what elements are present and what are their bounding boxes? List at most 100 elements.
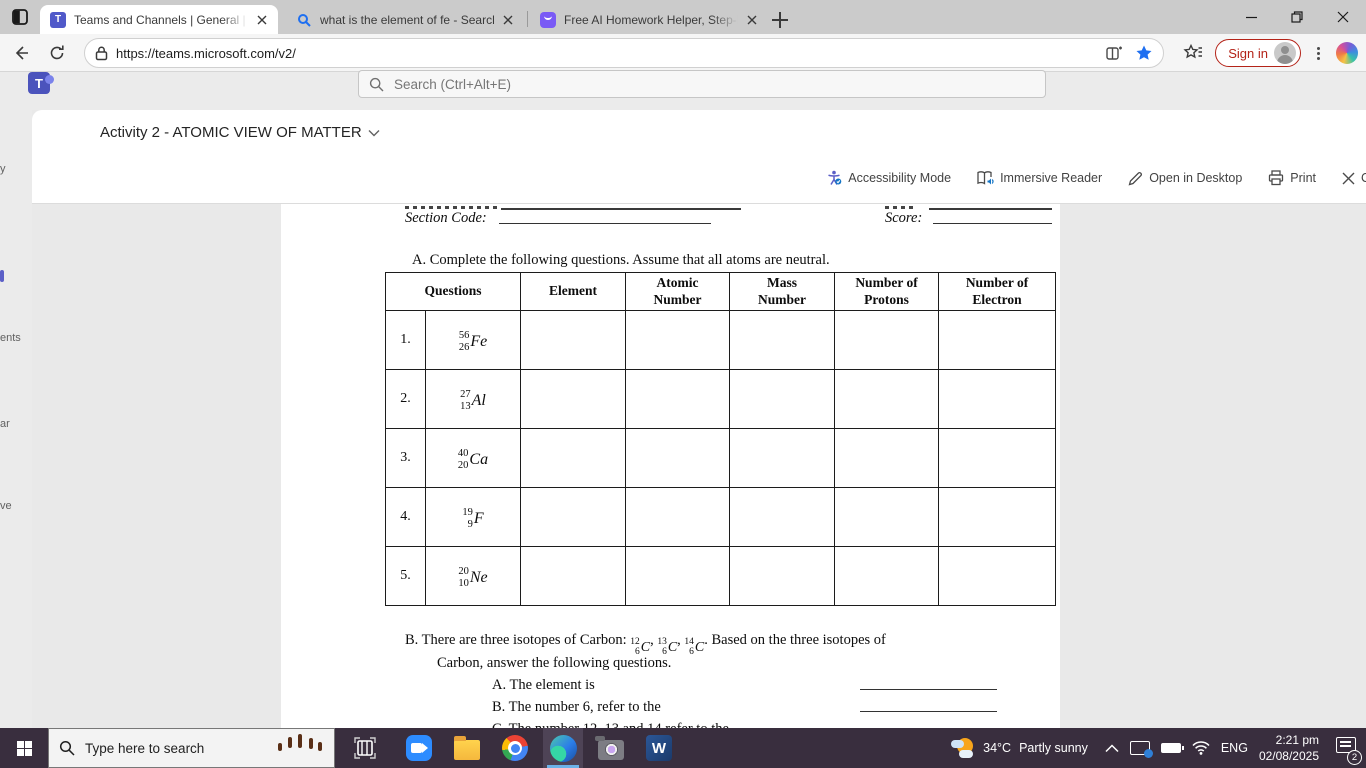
weather-temp: 34°C (983, 741, 1012, 755)
language-indicator[interactable]: ENG (1221, 741, 1248, 755)
minimize-button[interactable] (1228, 0, 1274, 34)
document-viewer[interactable]: Section Code: Score: A. Complete the fol… (32, 203, 1366, 728)
question-number: 3. (385, 428, 426, 488)
close-document-button[interactable]: Close (1342, 171, 1366, 185)
print-icon (1269, 170, 1284, 186)
header-number-electron: Number of Electron (938, 272, 1056, 311)
question-number: 4. (385, 487, 426, 547)
table-row: 2. 27 13 Al (385, 369, 1056, 429)
homework-favicon (540, 11, 556, 28)
collections-icon[interactable] (1183, 43, 1203, 63)
answer-cell (729, 428, 835, 488)
tab-close-icon[interactable] (254, 12, 270, 28)
clock-time: 2:21 pm (1275, 732, 1319, 747)
header-mass-number: Mass Number (729, 272, 835, 311)
clock[interactable]: 2:21 pm 02/08/2025 (1259, 732, 1319, 764)
print-button[interactable]: Print (1268, 170, 1316, 186)
battery-icon[interactable] (1160, 743, 1184, 753)
section-b-question-c: C. The number 12, 13 and 14 refer to the (492, 721, 729, 728)
clipped-text-fragment (885, 206, 913, 209)
header-number-protons: Number of Protons (834, 272, 939, 311)
chrome-icon[interactable] (495, 728, 535, 768)
weather-icon (951, 736, 975, 760)
word-icon[interactable]: W (639, 728, 679, 768)
sidebar-item-onedrive-fragment[interactable]: ve (0, 500, 12, 512)
sidebar-item-assignments-fragment[interactable]: ents (0, 332, 21, 344)
section-b-question-b: B. The number 6, refer to the (492, 699, 661, 715)
isotope-notation: 40 20 Ca (457, 448, 489, 471)
sidebar-item-activity-fragment[interactable]: y (0, 163, 6, 175)
isotope-notation: 20 10 Ne (458, 566, 488, 589)
document-title[interactable]: Activity 2 - ATOMIC VIEW OF MATTER (100, 124, 380, 141)
isotope-notation: 27 13 Al (460, 389, 486, 412)
favorites-star-icon[interactable] (1135, 44, 1153, 62)
start-button[interactable] (0, 728, 48, 768)
camera-app-icon[interactable] (591, 728, 631, 768)
browser-tab-homework[interactable]: Free AI Homework Helper, Step-b (530, 5, 768, 34)
question-number: 1. (385, 310, 426, 370)
print-label: Print (1290, 171, 1316, 185)
answer-cell (938, 369, 1056, 429)
answer-cell (938, 310, 1056, 370)
browser-tab-search[interactable]: what is the element of fe - Search (286, 5, 524, 34)
accessibility-icon (828, 170, 842, 185)
answer-cell (520, 428, 626, 488)
tab-close-icon[interactable] (744, 12, 760, 28)
table-row: 3. 40 20 Ca (385, 428, 1056, 488)
open-in-desktop-button[interactable]: Open in Desktop (1128, 171, 1242, 186)
search-highlight-image[interactable] (260, 729, 334, 767)
table-row: 1. 56 26 Fe (385, 310, 1056, 370)
sidebar-item-calendar-fragment[interactable]: ar (0, 418, 10, 430)
wifi-icon[interactable] (1192, 741, 1210, 755)
notification-center[interactable]: 2 (1330, 735, 1362, 765)
back-icon[interactable] (6, 38, 36, 68)
browser-tab-teams[interactable]: T Teams and Channels | General | M (40, 5, 278, 34)
wireless-display-icon[interactable] (1129, 741, 1153, 758)
answer-cell (834, 369, 939, 429)
answer-cell (520, 310, 626, 370)
split-screen-icon[interactable] (1106, 45, 1123, 62)
section-code-label: Section Code: (405, 210, 487, 226)
immersive-reader-button[interactable]: Immersive Reader (977, 170, 1102, 186)
browser-tab-strip: T Teams and Channels | General | M what … (0, 0, 1366, 34)
url-text[interactable]: https://teams.microsoft.com/v2/ (116, 46, 1106, 61)
more-menu-icon[interactable] (1313, 43, 1324, 64)
immersive-reader-label: Immersive Reader (1000, 171, 1103, 185)
restore-button[interactable] (1274, 0, 1320, 34)
teams-content-panel: Activity 2 - ATOMIC VIEW OF MATTER Acces… (32, 110, 1366, 728)
table-row: 4. 19 9 F (385, 487, 1056, 547)
close-document-label: Close (1361, 171, 1366, 185)
chevron-up-icon[interactable] (1105, 743, 1119, 753)
address-bar[interactable]: https://teams.microsoft.com/v2/ (84, 38, 1164, 68)
section-code-blank (499, 210, 711, 224)
table-header-row: Questions Element Atomic Number Mass Numbe… (385, 272, 1056, 311)
tab-close-icon[interactable] (500, 12, 516, 28)
taskbar-system-tray: 34°C Partly sunny ENG 2:21 pm 02/08/2025… (951, 728, 1362, 768)
sidebar-item-chat-fragment[interactable] (0, 270, 4, 282)
teams-search-input[interactable]: Search (Ctrl+Alt+E) (358, 70, 1046, 98)
tab-separator (527, 11, 528, 27)
file-explorer-icon[interactable] (447, 728, 487, 768)
tab-actions-icon[interactable] (10, 7, 30, 27)
new-tab-button[interactable] (768, 8, 792, 32)
profile-avatar (1274, 42, 1296, 64)
sign-in-button[interactable]: Sign in (1215, 39, 1301, 67)
lock-icon (95, 46, 108, 60)
close-window-button[interactable] (1320, 0, 1366, 34)
notification-badge: 2 (1347, 750, 1362, 765)
window-controls (1228, 0, 1366, 34)
edge-icon-active[interactable] (543, 728, 583, 768)
zoom-app-icon[interactable] (399, 728, 439, 768)
taskbar-search-input[interactable]: Type here to search (48, 728, 335, 768)
close-icon (1342, 172, 1355, 184)
task-view-icon[interactable] (345, 728, 385, 768)
copilot-icon[interactable] (1336, 42, 1358, 64)
weather-widget[interactable]: 34°C Partly sunny (951, 736, 1088, 760)
answer-cell (938, 487, 1056, 547)
document-page: Section Code: Score: A. Complete the fol… (281, 204, 1060, 728)
refresh-icon[interactable] (42, 38, 72, 68)
header-questions: Questions (385, 272, 521, 311)
isotope-cell: 56 26 Fe (425, 310, 521, 370)
isotope-notation: 19 9 F (462, 507, 484, 530)
accessibility-mode-button[interactable]: Accessibility Mode (826, 170, 951, 186)
